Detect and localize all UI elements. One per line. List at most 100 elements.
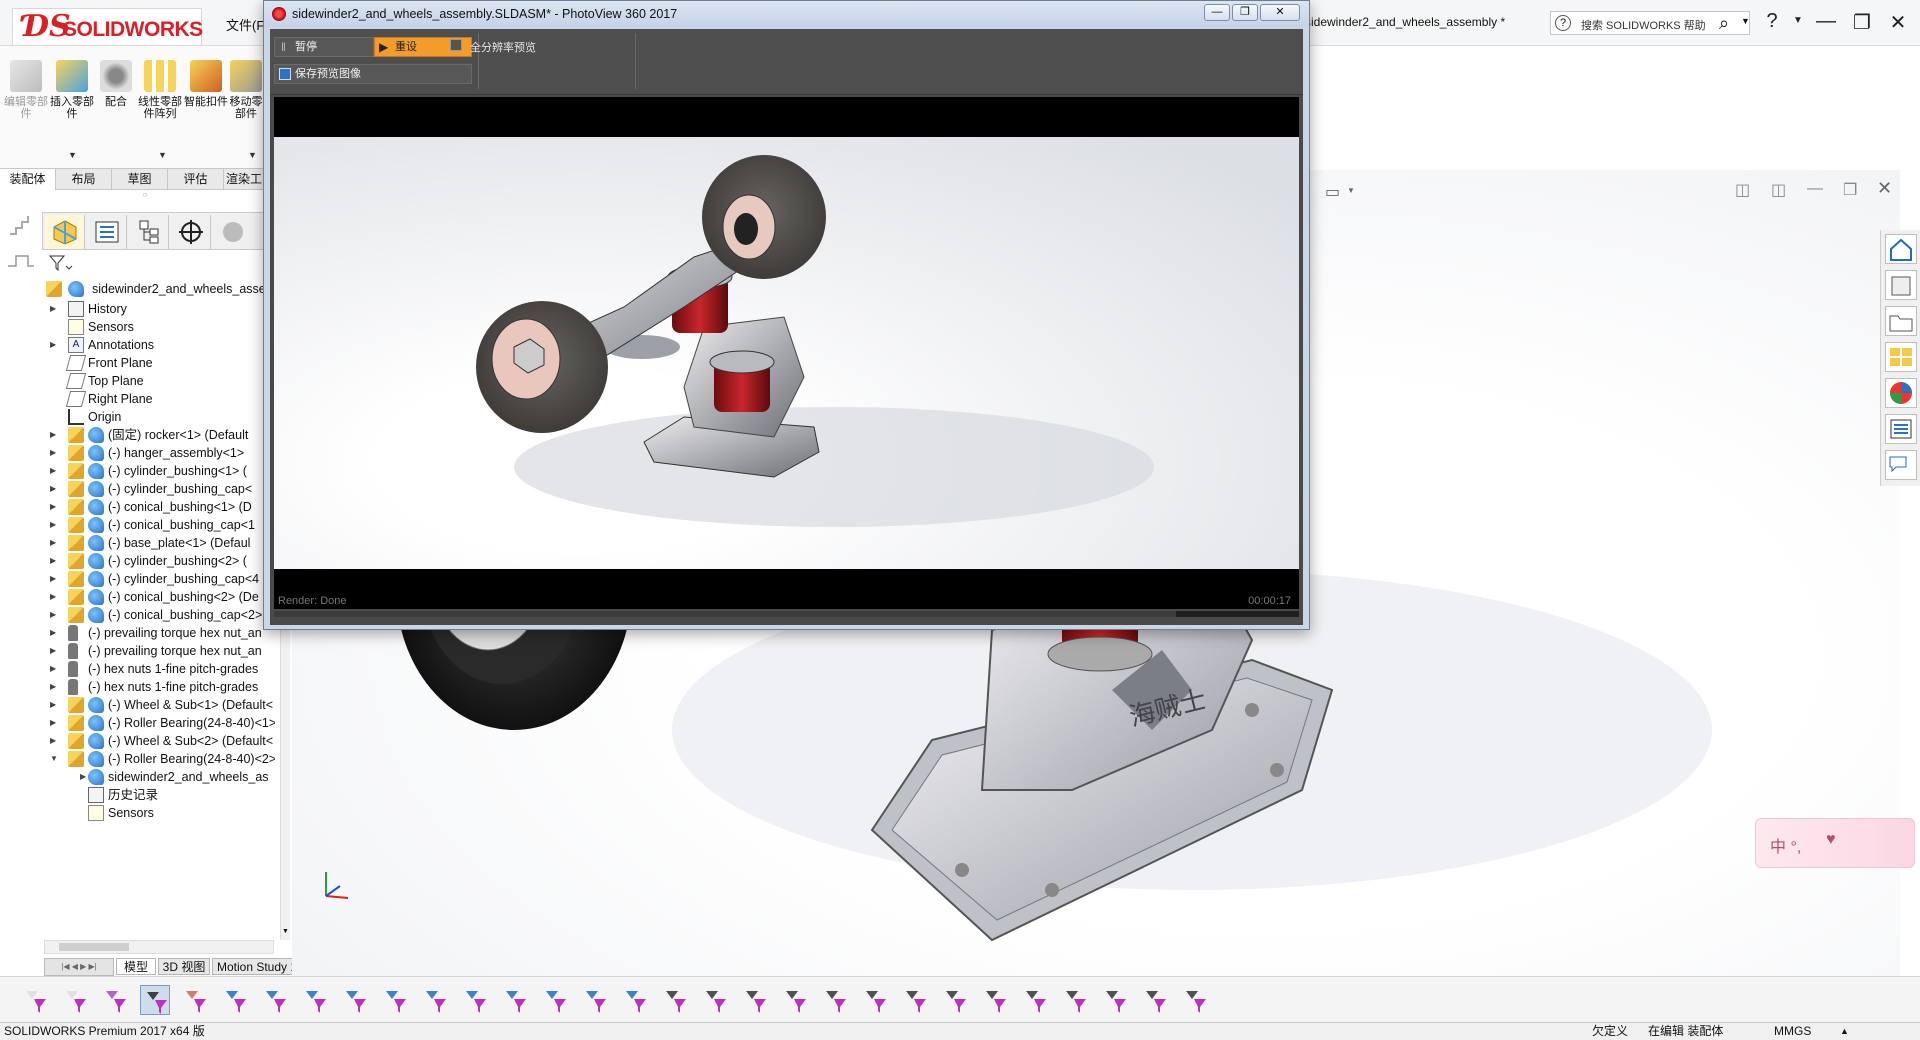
select-filter-icon[interactable] — [180, 985, 210, 1015]
tree-item[interactable]: ▶ (-) Roller Bearing(24-8-40)<1> — [0, 714, 275, 732]
tree-item[interactable]: ▶ (-) conical_bushing<2> (De — [0, 588, 275, 606]
tree-item[interactable]: ▶ (-) Wheel & Sub<2> (Default< — [0, 732, 275, 750]
configuration-manager-tab-icon[interactable] — [129, 215, 169, 249]
photoview-title-bar[interactable]: sidewinder2_and_wheels_assembly.SLDASM* … — [264, 1, 1309, 27]
rollback-icon[interactable] — [6, 210, 36, 240]
midpoint-filter-icon[interactable] — [580, 985, 610, 1015]
unit-system[interactable]: MMGS — [1774, 1023, 1811, 1040]
expand-icon[interactable]: ▶ — [50, 732, 56, 750]
view-palette-icon[interactable] — [1885, 342, 1917, 372]
search-icon[interactable]: ⌕ — [1719, 13, 1729, 34]
datum-target-icon[interactable] — [900, 985, 930, 1015]
custom-properties-icon[interactable] — [1885, 414, 1917, 444]
display-manager-tab-icon[interactable] — [213, 215, 253, 249]
select-arrow-icon[interactable] — [140, 985, 170, 1015]
collapse-icon[interactable]: ▼ — [50, 750, 58, 768]
tile-left-icon[interactable]: ◫ — [1735, 180, 1750, 200]
tab-render-tools[interactable]: 渲染工 — [224, 169, 265, 190]
tree-item[interactable]: ▶ (-) Wheel & Sub<1> (Default< — [0, 696, 275, 714]
center-mark-icon[interactable] — [620, 985, 650, 1015]
doc-close-icon[interactable]: ✕ — [1877, 178, 1892, 199]
axis-filter-icon[interactable] — [420, 985, 450, 1015]
tree-item[interactable]: ▶ (-) cylinder_bushing_cap< — [0, 480, 275, 498]
tree-item[interactable]: ▶ (-) conical_bushing<1> (D — [0, 498, 275, 516]
chevron-down-icon[interactable]: ▼ — [1741, 16, 1750, 26]
face-filter-icon[interactable] — [300, 985, 330, 1015]
filter-hide-icon[interactable] — [60, 985, 90, 1015]
tree-item[interactable]: 历史记录 — [0, 786, 275, 804]
move-component-button[interactable]: 移动零部件 — [226, 60, 266, 120]
tree-item[interactable]: ▶ (-) prevailing torque hex nut_an — [0, 624, 275, 642]
vertex-filter-icon[interactable] — [220, 985, 250, 1015]
insert-component-button[interactable]: 插入零部件 — [48, 60, 96, 120]
tree-root[interactable]: sidewinder2_and_wheels_asse — [0, 278, 275, 300]
file-explorer-icon[interactable] — [1885, 306, 1917, 336]
scroll-down-icon[interactable]: ▼ — [282, 928, 289, 936]
chevron-up-icon[interactable]: ▲ — [1840, 1023, 1849, 1040]
sketch-point-icon[interactable] — [500, 985, 530, 1015]
expand-icon[interactable]: ▶ — [50, 462, 56, 480]
tree-item[interactable]: Origin — [0, 408, 275, 426]
tab-evaluate[interactable]: 评估 — [168, 169, 224, 190]
expand-icon[interactable]: ▶ — [50, 588, 56, 606]
tab-sketch[interactable]: 草图 — [112, 169, 168, 190]
tab-3d-view[interactable]: 3D 视图 — [158, 958, 210, 975]
tree-item[interactable]: ▶ (-) cylinder_bushing_cap<4 — [0, 570, 275, 588]
expand-icon[interactable]: ▶ — [50, 336, 56, 354]
expand-icon[interactable]: ▶ — [80, 768, 86, 786]
step-icon[interactable] — [6, 250, 36, 270]
close-button[interactable]: ✕ — [1884, 10, 1912, 35]
filter-display-icon[interactable] — [100, 985, 130, 1015]
tree-item[interactable]: ▶ (-) hanger_assembly<1> — [0, 444, 275, 462]
tab-assembly[interactable]: 装配体 — [0, 169, 56, 190]
tree-horizontal-scrollbar[interactable] — [44, 940, 274, 954]
connection-point-icon[interactable] — [1140, 985, 1170, 1015]
tree-item[interactable]: ▶ (-) conical_bushing_cap<1 — [0, 516, 275, 534]
doc-minimize-icon[interactable]: — — [1807, 180, 1823, 198]
tree-item[interactable]: Sensors — [0, 804, 275, 822]
plane-filter-icon[interactable] — [460, 985, 490, 1015]
panel-splitter[interactable]: ○ — [0, 190, 290, 199]
block-filter-icon[interactable] — [980, 985, 1010, 1015]
expand-icon[interactable]: ▶ — [50, 552, 56, 570]
mate-button[interactable]: 配合 — [92, 60, 140, 108]
weld-symbol-icon[interactable] — [860, 985, 890, 1015]
tile-right-icon[interactable]: ◫ — [1771, 180, 1786, 200]
tree-item[interactable]: Front Plane — [0, 354, 275, 372]
photoview-minimize-button[interactable]: — — [1204, 4, 1230, 21]
chevron-down-icon[interactable]: ▼ — [1347, 186, 1355, 195]
note-filter-icon[interactable] — [780, 985, 810, 1015]
linear-pattern-button[interactable]: 线性零部件阵列 — [136, 60, 184, 120]
doc-restore-icon[interactable]: ❐ — [1843, 180, 1857, 200]
tree-item[interactable]: ▶ (-) prevailing torque hex nut_an — [0, 642, 275, 660]
full-resolution-checkbox[interactable] — [450, 39, 462, 51]
help-dropdown-icon[interactable]: ▼ — [1784, 15, 1812, 26]
expand-icon[interactable]: ▶ — [50, 570, 56, 588]
property-manager-tab-icon[interactable] — [87, 215, 127, 249]
filter-toolbar-icon[interactable] — [20, 985, 50, 1015]
spot-weld-icon[interactable] — [1020, 985, 1050, 1015]
edit-component-button[interactable]: 编辑零部件 — [2, 60, 50, 120]
tree-item[interactable]: ▶ (-) base_plate<1> (Defaul — [0, 534, 275, 552]
dimxpert-tab-icon[interactable] — [171, 215, 211, 249]
pause-button[interactable]: ‖ 暂停 — [274, 37, 374, 57]
display-style-icon[interactable]: ▭ — [1325, 182, 1340, 202]
solidworks-logo[interactable]: ƊS SOLIDWORKS — [12, 8, 203, 46]
tab-layout[interactable]: 布局 — [56, 169, 112, 190]
geometric-tolerance-icon[interactable] — [740, 985, 770, 1015]
cosmetic-thread-icon[interactable] — [940, 985, 970, 1015]
expand-icon[interactable]: ▶ — [50, 534, 56, 552]
tree-item[interactable]: ▶ A Annotations — [0, 336, 275, 354]
expand-icon[interactable]: ▶ — [50, 606, 56, 624]
expand-icon[interactable]: ▶ — [50, 660, 56, 678]
expand-icon[interactable]: ▶ — [50, 426, 56, 444]
expand-icon[interactable]: ▶ — [50, 678, 56, 696]
filter-icon[interactable] — [48, 254, 74, 274]
tree-item[interactable]: Right Plane — [0, 390, 275, 408]
help-search-input[interactable]: ? 搜索 SOLIDWORKS 帮助 ⌕ ▼ — [1550, 11, 1750, 35]
smart-fastener-button[interactable]: 智能扣件 — [182, 60, 230, 108]
tree-item[interactable]: ▶ (-) conical_bushing_cap<2> — [0, 606, 275, 624]
tree-item[interactable]: ▶ (-) hex nuts 1-fine pitch-grades — [0, 678, 275, 696]
tree-item[interactable]: ▶ (固定) rocker<1> (Default — [0, 426, 275, 444]
tree-item[interactable]: ▶ sidewinder2_and_wheels_as — [0, 768, 275, 786]
